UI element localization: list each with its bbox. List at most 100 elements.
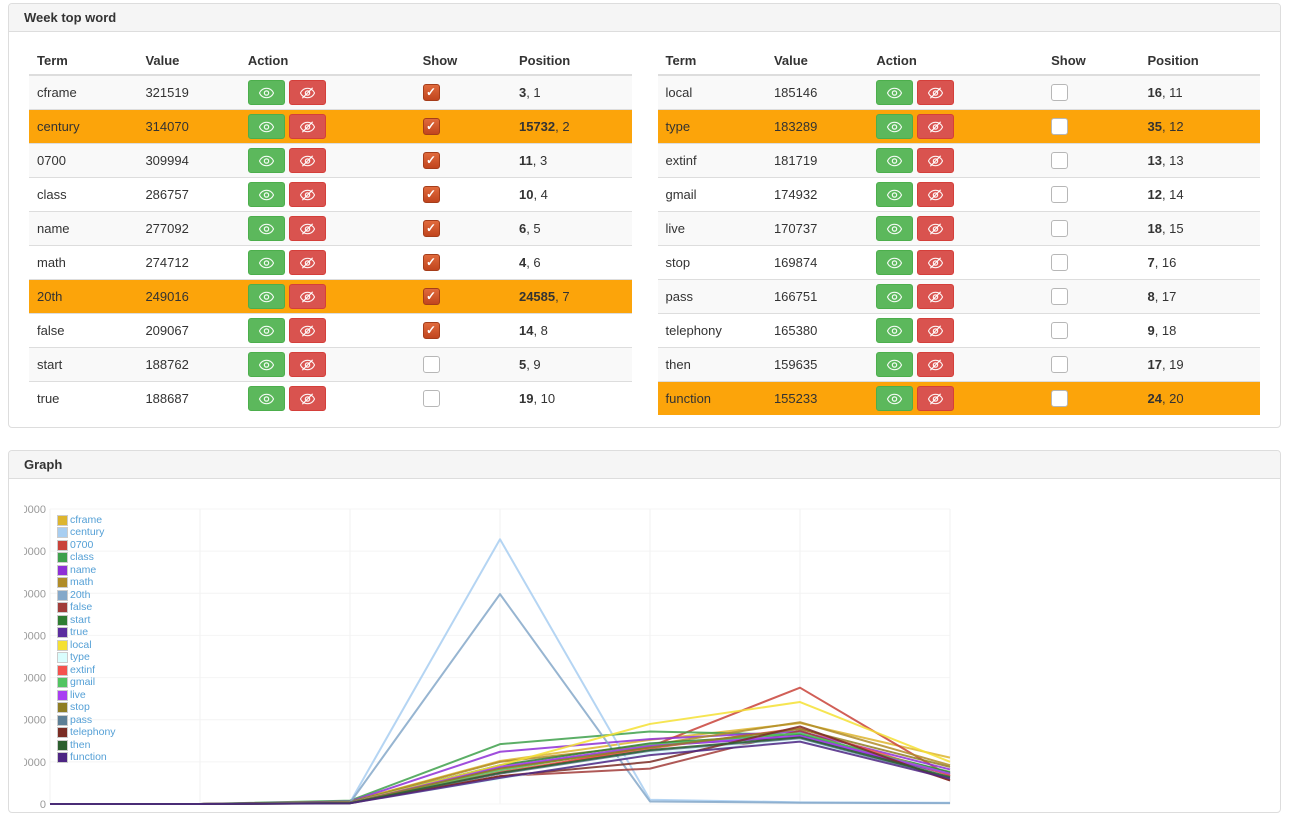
show-term-button[interactable] [248, 386, 285, 411]
show-checkbox[interactable]: ✓ [1051, 322, 1068, 339]
show-cell: ✓ [1043, 280, 1139, 314]
show-cell: ✓ [415, 212, 511, 246]
legend-item-gmail[interactable]: gmail [57, 677, 116, 690]
show-term-button[interactable] [248, 318, 285, 343]
legend-item-extinf[interactable]: extinf [57, 664, 116, 677]
legend-item-century[interactable]: century [57, 527, 116, 540]
legend-item-start[interactable]: start [57, 614, 116, 627]
show-term-button[interactable] [876, 114, 913, 139]
show-checkbox[interactable]: ✓ [423, 152, 440, 169]
show-term-button[interactable] [248, 80, 285, 105]
position-cell: 3, 1 [511, 75, 632, 110]
legend-item-name[interactable]: name [57, 564, 116, 577]
legend-item-math[interactable]: math [57, 577, 116, 590]
legend-item-0700[interactable]: 0700 [57, 539, 116, 552]
show-term-button[interactable] [248, 182, 285, 207]
show-checkbox[interactable]: ✓ [423, 390, 440, 407]
show-term-button[interactable] [876, 80, 913, 105]
show-term-button[interactable] [248, 284, 285, 309]
hide-term-button[interactable] [917, 182, 954, 207]
show-checkbox[interactable]: ✓ [423, 118, 440, 135]
hide-term-button[interactable] [917, 284, 954, 309]
hide-term-button[interactable] [917, 148, 954, 173]
show-checkbox[interactable]: ✓ [1051, 254, 1068, 271]
show-term-button[interactable] [876, 386, 913, 411]
hide-term-button[interactable] [289, 182, 326, 207]
show-checkbox[interactable]: ✓ [423, 254, 440, 271]
hide-term-button[interactable] [917, 318, 954, 343]
legend-item-false[interactable]: false [57, 602, 116, 615]
action-cell [868, 280, 1043, 314]
hide-term-button[interactable] [289, 80, 326, 105]
panel-title: Graph [9, 451, 1280, 479]
legend-label: telephony [70, 727, 116, 738]
legend-label: name [70, 565, 96, 576]
table-row: local185146✓16, 11 [658, 75, 1261, 110]
show-term-button[interactable] [876, 352, 913, 377]
show-checkbox[interactable]: ✓ [1051, 288, 1068, 305]
hide-term-button[interactable] [289, 148, 326, 173]
show-term-button[interactable] [876, 216, 913, 241]
show-checkbox[interactable]: ✓ [1051, 390, 1068, 407]
eye-slash-icon [300, 291, 315, 303]
show-term-button[interactable] [248, 216, 285, 241]
legend-item-class[interactable]: class [57, 552, 116, 565]
hide-term-button[interactable] [917, 80, 954, 105]
show-checkbox[interactable]: ✓ [1051, 186, 1068, 203]
show-checkbox[interactable]: ✓ [1051, 152, 1068, 169]
graph-panel: Graph 0500001000001500002000002500003000… [8, 450, 1281, 813]
hide-term-button[interactable] [917, 114, 954, 139]
eye-icon [259, 189, 274, 201]
show-checkbox[interactable]: ✓ [1051, 356, 1068, 373]
show-checkbox[interactable]: ✓ [1051, 220, 1068, 237]
hide-term-button[interactable] [917, 386, 954, 411]
show-term-button[interactable] [248, 148, 285, 173]
hide-term-button[interactable] [289, 386, 326, 411]
legend-item-function[interactable]: function [57, 752, 116, 765]
legend-item-cframe[interactable]: cframe [57, 514, 116, 527]
show-term-button[interactable] [876, 148, 913, 173]
show-checkbox[interactable]: ✓ [1051, 84, 1068, 101]
hide-term-button[interactable] [289, 250, 326, 275]
show-term-button[interactable] [876, 318, 913, 343]
hide-term-button[interactable] [289, 114, 326, 139]
show-term-button[interactable] [248, 250, 285, 275]
show-checkbox[interactable]: ✓ [423, 356, 440, 373]
legend-item-stop[interactable]: stop [57, 702, 116, 715]
show-checkbox[interactable]: ✓ [423, 322, 440, 339]
legend-item-local[interactable]: local [57, 639, 116, 652]
hide-term-button[interactable] [289, 216, 326, 241]
legend-item-20th[interactable]: 20th [57, 589, 116, 602]
hide-term-button[interactable] [917, 352, 954, 377]
show-checkbox[interactable]: ✓ [1051, 118, 1068, 135]
term-cell: true [29, 382, 137, 416]
legend-item-then[interactable]: then [57, 739, 116, 752]
show-checkbox[interactable]: ✓ [423, 186, 440, 203]
position-cell: 18, 15 [1139, 212, 1260, 246]
legend-swatch [57, 727, 68, 738]
hide-term-button[interactable] [917, 216, 954, 241]
term-cell: local [658, 75, 766, 110]
legend-item-type[interactable]: type [57, 652, 116, 665]
legend-item-pass[interactable]: pass [57, 714, 116, 727]
hide-term-button[interactable] [917, 250, 954, 275]
column-header-show: Show [415, 47, 511, 75]
eye-slash-icon [300, 121, 315, 133]
show-cell: ✓ [415, 246, 511, 280]
show-checkbox[interactable]: ✓ [423, 84, 440, 101]
legend-item-live[interactable]: live [57, 689, 116, 702]
show-term-button[interactable] [248, 114, 285, 139]
show-term-button[interactable] [876, 284, 913, 309]
show-term-button[interactable] [876, 182, 913, 207]
hide-term-button[interactable] [289, 284, 326, 309]
show-term-button[interactable] [876, 250, 913, 275]
legend-item-telephony[interactable]: telephony [57, 727, 116, 740]
hide-term-button[interactable] [289, 352, 326, 377]
hide-term-button[interactable] [289, 318, 326, 343]
legend-item-true[interactable]: true [57, 627, 116, 640]
table-row: century314070✓15732, 2 [29, 110, 632, 144]
show-checkbox[interactable]: ✓ [423, 220, 440, 237]
show-checkbox[interactable]: ✓ [423, 288, 440, 305]
eye-slash-icon [928, 223, 943, 235]
show-term-button[interactable] [248, 352, 285, 377]
